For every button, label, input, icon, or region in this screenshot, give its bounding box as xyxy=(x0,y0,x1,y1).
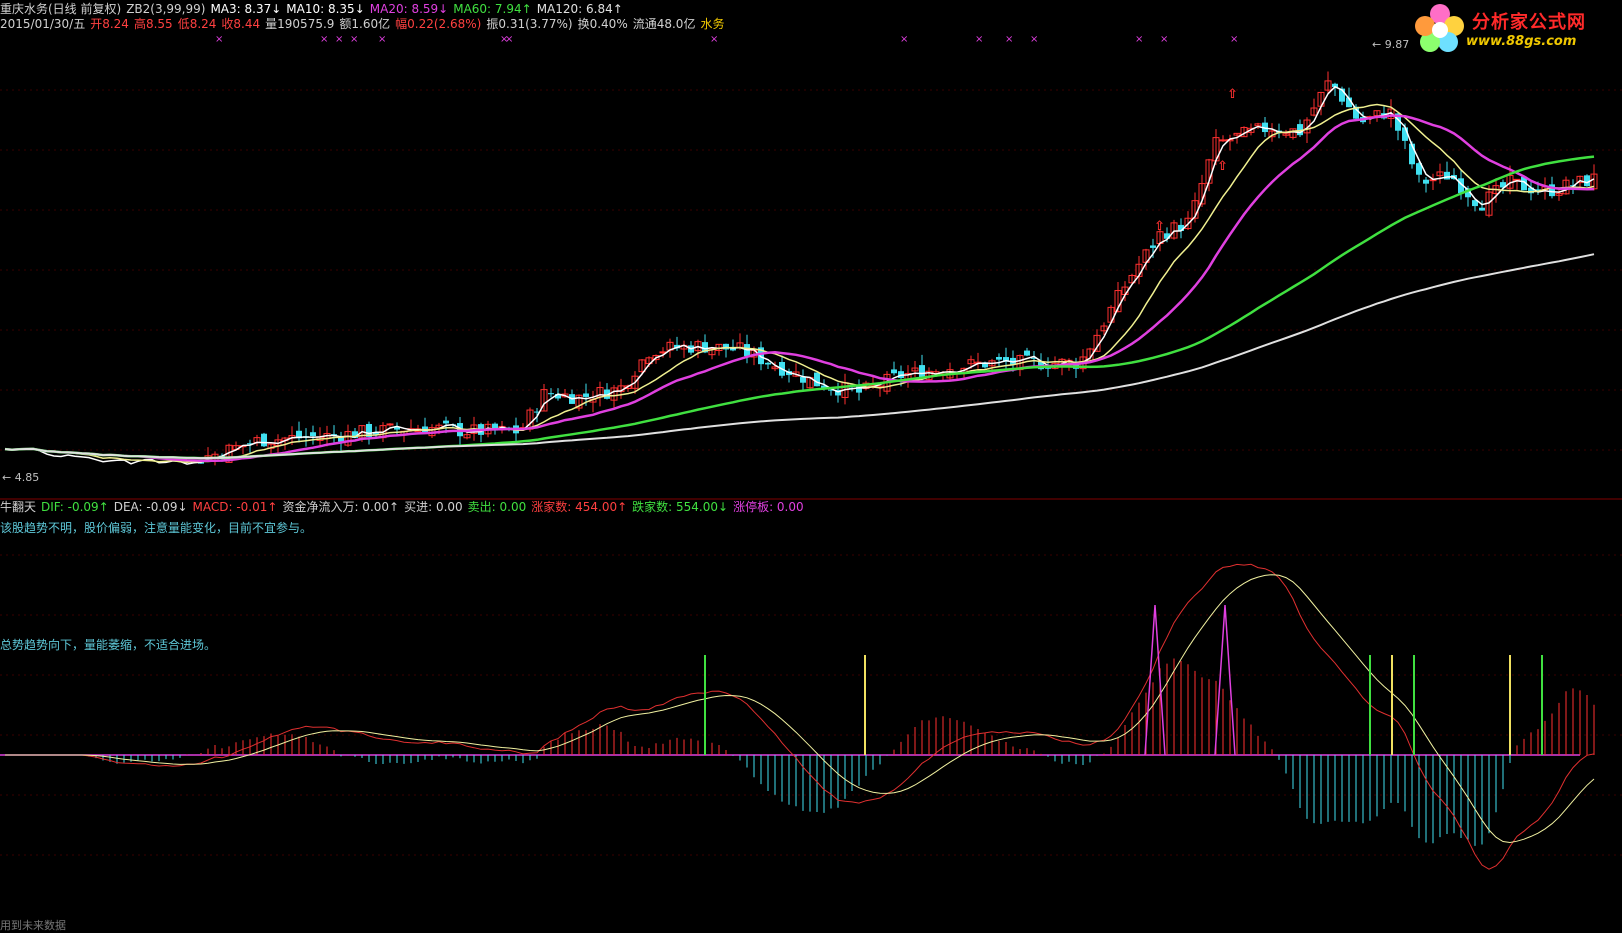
dif-line xyxy=(5,563,1595,870)
candle-body-down xyxy=(1024,350,1030,356)
candle-body-down xyxy=(443,420,449,424)
ma10-line xyxy=(4,103,1595,464)
candle-body-down xyxy=(1423,179,1429,184)
candle-body-down xyxy=(1479,207,1485,211)
x-marker: × xyxy=(335,34,343,45)
logo-title: 分析家公式网 xyxy=(1472,12,1586,33)
high-price-label: ← 9.87 xyxy=(1372,38,1410,51)
price-header-line1: 重庆水务(日线 前复权) ZB2(3,99,99) MA3: 8.37↓ MA10: … xyxy=(0,2,628,16)
candle-body-down xyxy=(1150,245,1156,248)
header1-item-6: MA120: 6.84↑ xyxy=(536,2,623,16)
header2-item-7: 幅0.22(2.68%) xyxy=(395,17,482,31)
indicator-item-7: 涨家数: 454.00↑ xyxy=(531,500,628,514)
header2-item-4: 收8.44 xyxy=(221,17,261,31)
analysis-note-1: 该股趋势不明，股价偏弱，注意量能变化，目前不宜参与。 xyxy=(0,521,313,535)
header1-item-4: MA20: 8.59↓ xyxy=(369,2,449,16)
candle-body-down xyxy=(310,432,316,437)
header2-item-2: 高8.55 xyxy=(133,17,173,31)
indicator-item-4: 资金净流入万: 0.00↑ xyxy=(282,500,400,514)
candle-body-down xyxy=(548,393,554,395)
candle-body-down xyxy=(996,356,1002,360)
indicator-header: 牛翻天 DIF: -0.09↑ DEA: -0.09↓ MACD: -0.01↑ 资金净… xyxy=(0,500,809,514)
indicator-item-6: 卖出: 0.00 xyxy=(467,500,527,514)
candle-body-down xyxy=(891,369,897,374)
x-marker: × xyxy=(1160,34,1168,45)
header2-item-1: 开8.24 xyxy=(90,17,129,31)
indicator-item-5: 买进: 0.00 xyxy=(404,500,463,514)
candlesticks xyxy=(198,71,1598,466)
candle-body-up xyxy=(1219,139,1227,142)
header2-item-0: 2015/01/30/五 xyxy=(0,17,86,31)
limit-up-spike xyxy=(1214,604,1236,756)
ma20-line xyxy=(4,114,1595,463)
analysis-note-2: 总势趋势向下，量能萎缩，不适合进场。 xyxy=(0,638,217,652)
up-arrow-icon: ⇧ xyxy=(1227,87,1238,102)
ma60-line xyxy=(4,155,1595,460)
macd-panel xyxy=(0,563,1595,870)
up-arrow-icon: ⇧ xyxy=(1154,219,1165,234)
low-price-label: ← 4.85 xyxy=(2,471,40,484)
ma3-line xyxy=(4,85,1595,465)
up-arrow-icon: ⇧ xyxy=(1217,159,1228,174)
indicator-item-2: DEA: -0.09↓ xyxy=(113,500,188,514)
indicator-item-1: DIF: -0.09↑ xyxy=(41,500,109,514)
indicator-item-9: 涨停板: 0.00 xyxy=(733,500,804,514)
moving-average-lines xyxy=(4,85,1595,465)
candle-body-up xyxy=(386,423,394,426)
header2-item-8: 振0.31(3.77%) xyxy=(486,17,573,31)
site-logo: 分析家公式网 www.88gs.com xyxy=(1414,0,1614,56)
candle-body-down xyxy=(765,362,771,365)
header1-item-0: 重庆水务(日线 前复权) xyxy=(0,2,122,16)
x-marker: × xyxy=(378,34,386,45)
logo-url: www.88gs.com xyxy=(1466,34,1577,49)
header2-item-10: 流通48.0亿 xyxy=(632,17,696,31)
x-marker: × xyxy=(900,34,908,45)
flower-icon xyxy=(1415,4,1464,52)
candle-body-down xyxy=(814,372,820,387)
x-marker: × xyxy=(1230,34,1238,45)
signal-marks: × × × × × ×× × × × × × × × ×⇧⇧⇧ xyxy=(215,34,1238,234)
candle-body-down xyxy=(583,393,589,397)
header1-item-2: MA3: 8.37↓ xyxy=(210,2,282,16)
header2-item-5: 量190575.9 xyxy=(265,17,335,31)
stock-chart[interactable]: × × × × × ×× × × × × × × × ×⇧⇧⇧ xyxy=(0,0,1622,933)
x-marker: × xyxy=(1135,34,1143,45)
indicator-item-0: 牛翻天 xyxy=(0,500,37,514)
x-marker: × xyxy=(1030,34,1038,45)
candle-body-down xyxy=(800,377,806,383)
header1-item-5: MA60: 7.94↑ xyxy=(453,2,532,16)
indicator-item-8: 跌家数: 554.00↓ xyxy=(632,500,729,514)
x-marker: × xyxy=(1005,34,1013,45)
header2-item-9: 换0.40% xyxy=(577,17,628,31)
candle-body-down xyxy=(261,433,267,447)
header2-item-11: 水务 xyxy=(700,17,725,31)
x-marker: × xyxy=(710,34,718,45)
x-marker: × xyxy=(320,34,328,45)
indicator-item-3: MACD: -0.01↑ xyxy=(192,500,278,514)
candle-body-down xyxy=(1444,171,1450,180)
x-marker: × xyxy=(505,34,513,45)
x-marker: × xyxy=(350,34,358,45)
price-header-line2: 2015/01/30/五 开8.24 高8.55 低8.24 收8.44 量190575.… xyxy=(0,17,729,31)
header1-item-1: ZB2(3,99,99) xyxy=(126,2,206,16)
x-marker: × xyxy=(975,34,983,45)
footer-note: 用到未来数据 xyxy=(0,919,66,932)
header2-item-6: 额1.60亿 xyxy=(339,17,391,31)
header2-item-3: 低8.24 xyxy=(177,17,217,31)
x-marker: × xyxy=(215,34,223,45)
header1-item-3: MA10: 8.35↓ xyxy=(286,2,365,16)
